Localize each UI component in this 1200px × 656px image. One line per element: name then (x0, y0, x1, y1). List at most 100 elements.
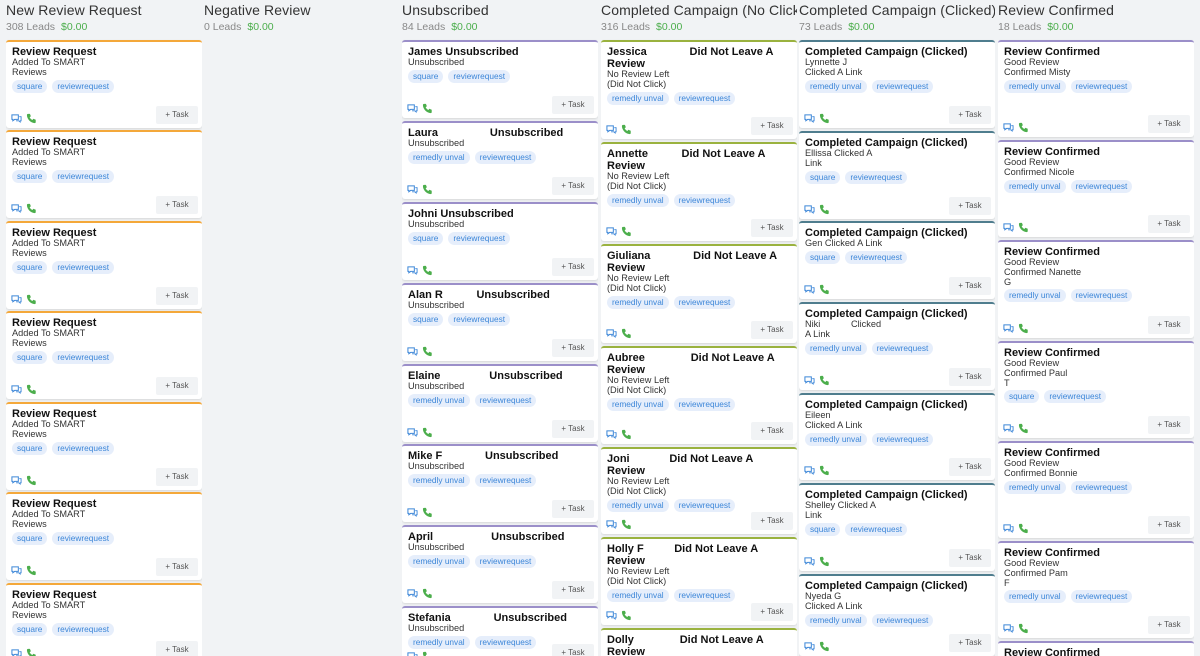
chat-icon[interactable] (804, 639, 815, 651)
add-task-button[interactable]: + Task (552, 339, 594, 357)
phone-icon[interactable] (819, 111, 830, 124)
tag[interactable]: reviewrequest (871, 341, 934, 355)
lead-card[interactable]: Review Confirmed (998, 641, 1194, 656)
chat-icon[interactable] (1003, 220, 1014, 232)
add-task-button[interactable]: + Task (552, 500, 594, 518)
lead-card[interactable]: Elaine Unsubscribed Unsubscribed remedly u… (402, 364, 598, 442)
chat-icon[interactable] (407, 649, 418, 656)
tag[interactable]: remedly unval (607, 498, 669, 512)
lead-card[interactable]: Dolly Did Not Leave A Review (601, 628, 797, 656)
tag[interactable]: remedly unval (408, 635, 470, 649)
tag[interactable]: reviewrequest (871, 432, 934, 446)
phone-icon[interactable] (1018, 220, 1029, 233)
chat-icon[interactable] (804, 463, 815, 475)
chat-icon[interactable] (804, 554, 815, 566)
phone-icon[interactable] (621, 608, 632, 621)
add-task-button[interactable]: + Task (751, 117, 793, 135)
tag[interactable]: reviewrequest (52, 622, 115, 636)
tag[interactable]: reviewrequest (845, 522, 908, 536)
phone-icon[interactable] (422, 344, 433, 357)
add-task-button[interactable]: + Task (1148, 115, 1190, 133)
tag[interactable]: reviewrequest (448, 69, 511, 83)
add-task-button[interactable]: + Task (156, 468, 198, 486)
tag[interactable]: square (805, 250, 841, 264)
phone-icon[interactable] (1018, 621, 1029, 634)
add-task-button[interactable]: + Task (1148, 316, 1190, 334)
chat-icon[interactable] (11, 563, 22, 575)
tag[interactable]: reviewrequest (1044, 390, 1107, 404)
tag[interactable]: reviewrequest (1070, 289, 1133, 303)
tag[interactable]: reviewrequest (474, 473, 537, 487)
chat-icon[interactable] (407, 101, 418, 113)
lead-card[interactable]: Review Request Added To SMART Reviews squa… (6, 311, 202, 399)
tag[interactable]: square (408, 69, 444, 83)
tag[interactable]: reviewrequest (52, 350, 115, 364)
tag[interactable]: reviewrequest (448, 231, 511, 245)
add-task-button[interactable]: + Task (949, 277, 991, 295)
tag[interactable]: reviewrequest (845, 250, 908, 264)
phone-icon[interactable] (422, 505, 433, 518)
tag[interactable]: reviewrequest (448, 312, 511, 326)
lead-card[interactable]: Annette Did Not Leave A Review No Review … (601, 142, 797, 241)
add-task-button[interactable]: + Task (751, 219, 793, 237)
tag[interactable]: reviewrequest (673, 295, 736, 309)
phone-icon[interactable] (1018, 120, 1029, 133)
tag[interactable]: reviewrequest (1070, 480, 1133, 494)
tag[interactable]: reviewrequest (673, 193, 736, 207)
add-task-button[interactable]: + Task (156, 196, 198, 214)
tag[interactable]: reviewrequest (673, 498, 736, 512)
phone-icon[interactable] (422, 586, 433, 599)
phone-icon[interactable] (422, 182, 433, 195)
phone-icon[interactable] (621, 517, 632, 530)
tag[interactable]: reviewrequest (673, 397, 736, 411)
add-task-button[interactable]: + Task (1148, 215, 1190, 233)
phone-icon[interactable] (819, 373, 830, 386)
lead-card[interactable]: Holly F Did Not Leave A Review No Review … (601, 537, 797, 625)
tag[interactable]: reviewrequest (52, 260, 115, 274)
chat-icon[interactable] (407, 586, 418, 598)
lead-card[interactable]: James Unsubscribed Unsubscribed square revi… (402, 40, 598, 118)
lead-card[interactable]: Review Request Added To SMART Reviews squa… (6, 583, 202, 656)
chat-icon[interactable] (407, 344, 418, 356)
phone-icon[interactable] (422, 649, 433, 656)
tag[interactable]: remedly unval (408, 393, 470, 407)
phone-icon[interactable] (621, 326, 632, 339)
lead-card[interactable]: Completed Campaign (Clicked) Nyeda G Clic… (799, 574, 995, 656)
lead-card[interactable]: Completed Campaign (Clicked) Eileen Click… (799, 393, 995, 480)
lead-card[interactable]: Review Request Added To SMART Reviews squa… (6, 492, 202, 580)
lead-card[interactable]: Completed Campaign (Clicked) Shelley Clic… (799, 483, 995, 571)
lead-card[interactable]: Review Confirmed Good Review Confirmed Pa… (998, 341, 1194, 438)
phone-icon[interactable] (26, 292, 37, 305)
tag[interactable]: square (408, 231, 444, 245)
tag[interactable]: square (12, 531, 48, 545)
add-task-button[interactable]: + Task (751, 321, 793, 339)
tag[interactable]: reviewrequest (871, 613, 934, 627)
tag[interactable]: reviewrequest (673, 91, 736, 105)
chat-icon[interactable] (11, 201, 22, 213)
lead-card[interactable]: Laura Unsubscribed Unsubscribed remedly un… (402, 121, 598, 199)
chat-icon[interactable] (11, 382, 22, 394)
chat-icon[interactable] (804, 111, 815, 123)
phone-icon[interactable] (819, 554, 830, 567)
add-task-button[interactable]: + Task (156, 287, 198, 305)
lead-card[interactable]: Review Confirmed Good Review Confirmed Pa… (998, 541, 1194, 638)
lead-card[interactable]: Aubree Did Not Leave A Review No Review L… (601, 346, 797, 444)
phone-icon[interactable] (819, 463, 830, 476)
tag[interactable]: square (12, 622, 48, 636)
lead-card[interactable]: Review Request Added To SMART Reviews squa… (6, 221, 202, 309)
chat-icon[interactable] (407, 425, 418, 437)
tag[interactable]: reviewrequest (871, 79, 934, 93)
phone-icon[interactable] (621, 122, 632, 135)
tag[interactable]: reviewrequest (1070, 179, 1133, 193)
tag[interactable]: reviewrequest (474, 635, 537, 649)
tag[interactable]: square (12, 350, 48, 364)
add-task-button[interactable]: + Task (751, 603, 793, 621)
chat-icon[interactable] (606, 427, 617, 439)
tag[interactable]: remedly unval (1004, 480, 1066, 494)
tag[interactable]: remedly unval (1004, 289, 1066, 303)
lead-card[interactable]: Joni Did Not Leave A Review No Review Lef… (601, 447, 797, 534)
add-task-button[interactable]: + Task (156, 377, 198, 395)
tag[interactable]: remedly unval (607, 588, 669, 602)
lead-card[interactable]: Completed Campaign (Clicked) Ellissa Clic… (799, 131, 995, 219)
tag[interactable]: reviewrequest (52, 441, 115, 455)
